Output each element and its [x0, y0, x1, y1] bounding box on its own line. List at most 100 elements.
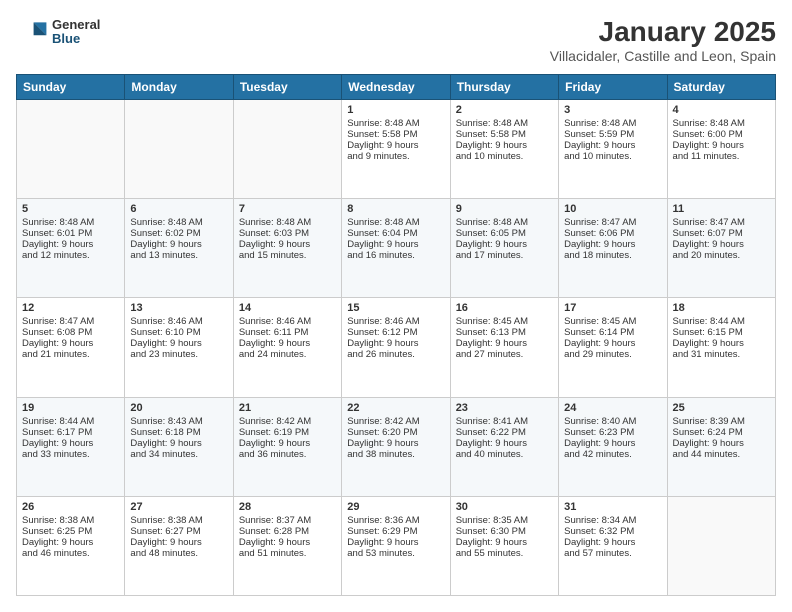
day-number: 13 — [130, 302, 227, 314]
cell-text: Daylight: 9 hours — [564, 537, 661, 548]
cell-text: and 44 minutes. — [673, 449, 770, 460]
calendar-cell: 23Sunrise: 8:41 AMSunset: 6:22 PMDayligh… — [450, 397, 558, 496]
cell-text: Sunrise: 8:47 AM — [564, 217, 661, 228]
cell-text: Daylight: 9 hours — [673, 438, 770, 449]
cell-text: and 29 minutes. — [564, 349, 661, 360]
calendar-cell: 8Sunrise: 8:48 AMSunset: 6:04 PMDaylight… — [342, 199, 450, 298]
day-number: 4 — [673, 104, 770, 116]
cell-text: Sunrise: 8:46 AM — [347, 316, 444, 327]
calendar-cell: 18Sunrise: 8:44 AMSunset: 6:15 PMDayligh… — [667, 298, 775, 397]
cell-text: and 12 minutes. — [22, 250, 119, 261]
cell-text: Daylight: 9 hours — [347, 338, 444, 349]
cell-text: Sunset: 6:14 PM — [564, 327, 661, 338]
calendar-cell: 2Sunrise: 8:48 AMSunset: 5:58 PMDaylight… — [450, 100, 558, 199]
cell-text: and 46 minutes. — [22, 548, 119, 559]
logo-icon — [16, 16, 48, 48]
cell-text: Sunset: 6:12 PM — [347, 327, 444, 338]
calendar-day-header: Friday — [559, 75, 667, 100]
cell-text: Sunrise: 8:45 AM — [564, 316, 661, 327]
page: General Blue January 2025 Villacidaler, … — [0, 0, 792, 612]
calendar-cell: 5Sunrise: 8:48 AMSunset: 6:01 PMDaylight… — [17, 199, 125, 298]
cell-text: Sunset: 6:06 PM — [564, 228, 661, 239]
cell-text: Daylight: 9 hours — [456, 537, 553, 548]
cell-text: Sunset: 6:27 PM — [130, 526, 227, 537]
day-number: 25 — [673, 402, 770, 414]
cell-text: Daylight: 9 hours — [456, 140, 553, 151]
cell-text: Sunset: 6:32 PM — [564, 526, 661, 537]
calendar-cell: 30 Sunrise: 8:35 AMSunset: 6:30 PMDayligh… — [450, 496, 558, 595]
calendar-day-header: Wednesday — [342, 75, 450, 100]
logo-blue: Blue — [52, 32, 100, 46]
cell-text: Daylight: 9 hours — [347, 239, 444, 250]
day-number: 15 — [347, 302, 444, 314]
day-number: 2 — [456, 104, 553, 116]
cell-text: Sunset: 6:30 PM — [456, 526, 553, 537]
day-number: 16 — [456, 302, 553, 314]
day-number: 26 — [22, 501, 119, 513]
cell-text: Sunrise: 8:48 AM — [239, 217, 336, 228]
day-number: 17 — [564, 302, 661, 314]
subtitle: Villacidaler, Castille and Leon, Spain — [550, 48, 776, 64]
cell-text: Sunset: 6:19 PM — [239, 427, 336, 438]
cell-text: and 15 minutes. — [239, 250, 336, 261]
cell-text: Sunrise: 8:42 AM — [347, 416, 444, 427]
cell-text: Sunset: 6:24 PM — [673, 427, 770, 438]
calendar-cell: 14Sunrise: 8:46 AMSunset: 6:11 PMDayligh… — [233, 298, 341, 397]
calendar-cell: 9Sunrise: 8:48 AMSunset: 6:05 PMDaylight… — [450, 199, 558, 298]
cell-text: Daylight: 9 hours — [22, 338, 119, 349]
cell-text: Sunrise: 8:35 AM — [456, 515, 553, 526]
day-number: 3 — [564, 104, 661, 116]
calendar-header-row: SundayMondayTuesdayWednesdayThursdayFrid… — [17, 75, 776, 100]
calendar-cell: 22Sunrise: 8:42 AMSunset: 6:20 PMDayligh… — [342, 397, 450, 496]
cell-text: Sunrise: 8:46 AM — [130, 316, 227, 327]
day-number: 11 — [673, 203, 770, 215]
cell-text: Sunset: 6:03 PM — [239, 228, 336, 239]
calendar-cell — [233, 100, 341, 199]
day-number: 20 — [130, 402, 227, 414]
day-number: 10 — [564, 203, 661, 215]
logo-text: General Blue — [52, 18, 100, 47]
cell-text: Sunrise: 8:48 AM — [22, 217, 119, 228]
cell-text: and 33 minutes. — [22, 449, 119, 460]
cell-text: Sunset: 6:10 PM — [130, 327, 227, 338]
calendar-day-header: Thursday — [450, 75, 558, 100]
calendar-cell — [125, 100, 233, 199]
day-number: 19 — [22, 402, 119, 414]
cell-text: Sunrise: 8:47 AM — [673, 217, 770, 228]
cell-text: Sunrise: 8:48 AM — [347, 118, 444, 129]
day-number: 6 — [130, 203, 227, 215]
cell-text: Sunrise: 8:48 AM — [456, 217, 553, 228]
cell-text: Sunset: 6:00 PM — [673, 129, 770, 140]
cell-text: Daylight: 9 hours — [347, 537, 444, 548]
calendar-week-row: 26Sunrise: 8:38 AMSunset: 6:25 PMDayligh… — [17, 496, 776, 595]
calendar-day-header: Saturday — [667, 75, 775, 100]
cell-text: Sunrise: 8:42 AM — [239, 416, 336, 427]
cell-text: and 11 minutes. — [673, 151, 770, 162]
day-number: 24 — [564, 402, 661, 414]
cell-text: and 10 minutes. — [456, 151, 553, 162]
cell-text: Sunset: 6:04 PM — [347, 228, 444, 239]
cell-text: and 20 minutes. — [673, 250, 770, 261]
cell-text: and 16 minutes. — [347, 250, 444, 261]
day-number: 29 — [347, 501, 444, 513]
cell-text: Sunset: 6:01 PM — [22, 228, 119, 239]
calendar-cell: 17Sunrise: 8:45 AMSunset: 6:14 PMDayligh… — [559, 298, 667, 397]
cell-text: Sunset: 6:25 PM — [22, 526, 119, 537]
cell-text: Daylight: 9 hours — [239, 338, 336, 349]
cell-text: Sunset: 6:18 PM — [130, 427, 227, 438]
cell-text: Sunset: 6:20 PM — [347, 427, 444, 438]
main-title: January 2025 — [550, 16, 776, 48]
title-block: January 2025 Villacidaler, Castille and … — [550, 16, 776, 64]
day-number: 21 — [239, 402, 336, 414]
logo: General Blue — [16, 16, 100, 48]
cell-text: Sunrise: 8:48 AM — [564, 118, 661, 129]
cell-text: Sunrise: 8:44 AM — [673, 316, 770, 327]
calendar-cell: 1Sunrise: 8:48 AMSunset: 5:58 PMDaylight… — [342, 100, 450, 199]
cell-text: Daylight: 9 hours — [130, 338, 227, 349]
cell-text: Sunrise: 8:45 AM — [456, 316, 553, 327]
cell-text: and 26 minutes. — [347, 349, 444, 360]
day-number: 30 — [456, 501, 553, 513]
cell-text: Sunrise: 8:39 AM — [673, 416, 770, 427]
cell-text: Daylight: 9 hours — [22, 537, 119, 548]
day-number: 31 — [564, 501, 661, 513]
